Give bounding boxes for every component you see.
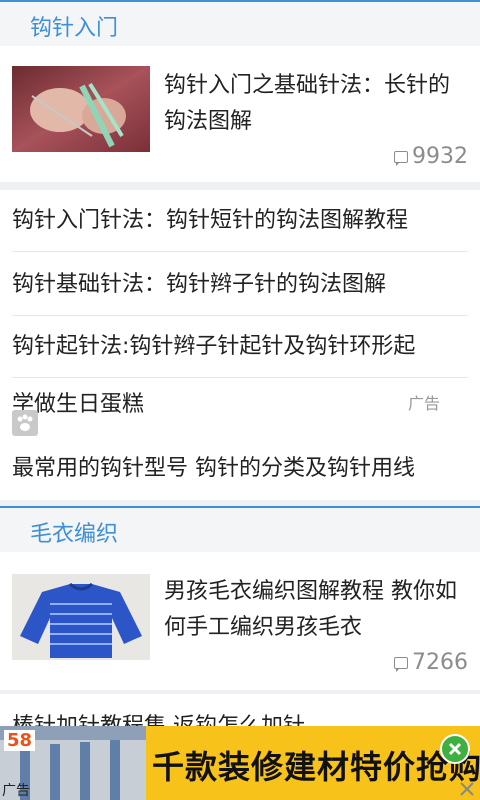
list-item[interactable]: 钩针起针法:钩针辫子针起针及钩针环形起 [12,316,468,378]
section-title: 钩针入门 [30,16,119,41]
expand-icon[interactable] [458,780,476,798]
ad-tag: 广告 [407,394,440,413]
comment-count: 7266 [394,650,468,675]
article-thumbnail [12,574,150,660]
article-title: 男孩毛衣编织图解教程 教你如何手工编织男孩毛衣 [164,579,457,640]
ad-item[interactable]: 学做生日蛋糕 广告 [12,378,468,436]
comment-count: 9932 [394,144,468,169]
article-thumbnail [12,66,150,152]
comment-icon [394,656,408,672]
list-item[interactable]: 最常用的钩针型号 钩针的分类及钩针用线 [12,438,468,500]
featured-article-crochet[interactable]: 钩针入门之基础针法：长针的钩法图解 9932 [0,46,480,182]
baidu-paw-icon [12,410,38,436]
list-item[interactable]: 钩针基础针法：钩针辫子针的钩法图解 [12,254,468,316]
comment-icon [394,150,408,166]
close-icon[interactable] [440,734,470,764]
section-header-crochet: 钩针入门 [0,0,480,46]
article-list-crochet: 钩针入门针法：钩针短针的钩法图解教程 钩针基础针法：钩针辫子针的钩法图解 钩针起… [0,190,480,500]
banner-headline: 千款装修建材特价抢购 [152,748,480,786]
section-title: 毛衣编织 [30,522,119,547]
banner-ad-label: 广告 [2,783,30,799]
list-item[interactable]: 钩针入门针法：钩针短针的钩法图解教程 [12,190,468,252]
brand-logo-58: 58 [4,730,36,751]
featured-article-sweater[interactable]: 男孩毛衣编织图解教程 教你如何手工编织男孩毛衣 7266 [0,552,480,690]
ad-banner[interactable]: 58 千款装修建材特价抢购 广告 [0,726,480,800]
article-title: 钩针入门之基础针法：长针的钩法图解 [164,73,451,134]
section-header-sweater: 毛衣编织 [0,506,480,552]
